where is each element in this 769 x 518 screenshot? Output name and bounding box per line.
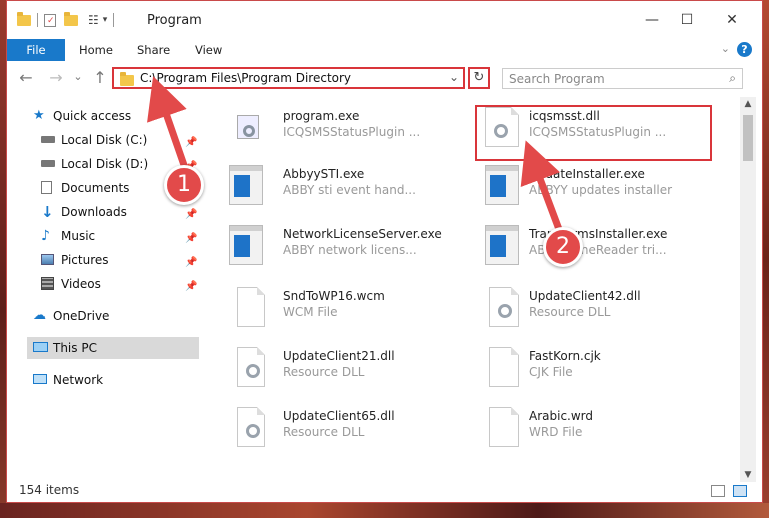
annotation-arrows [147, 76, 564, 236]
arrow-to-dll-file [520, 140, 564, 236]
step-1-badge: 1 [164, 165, 204, 205]
step-2-badge: 2 [543, 227, 583, 267]
arrow-to-address-bar [147, 76, 189, 172]
